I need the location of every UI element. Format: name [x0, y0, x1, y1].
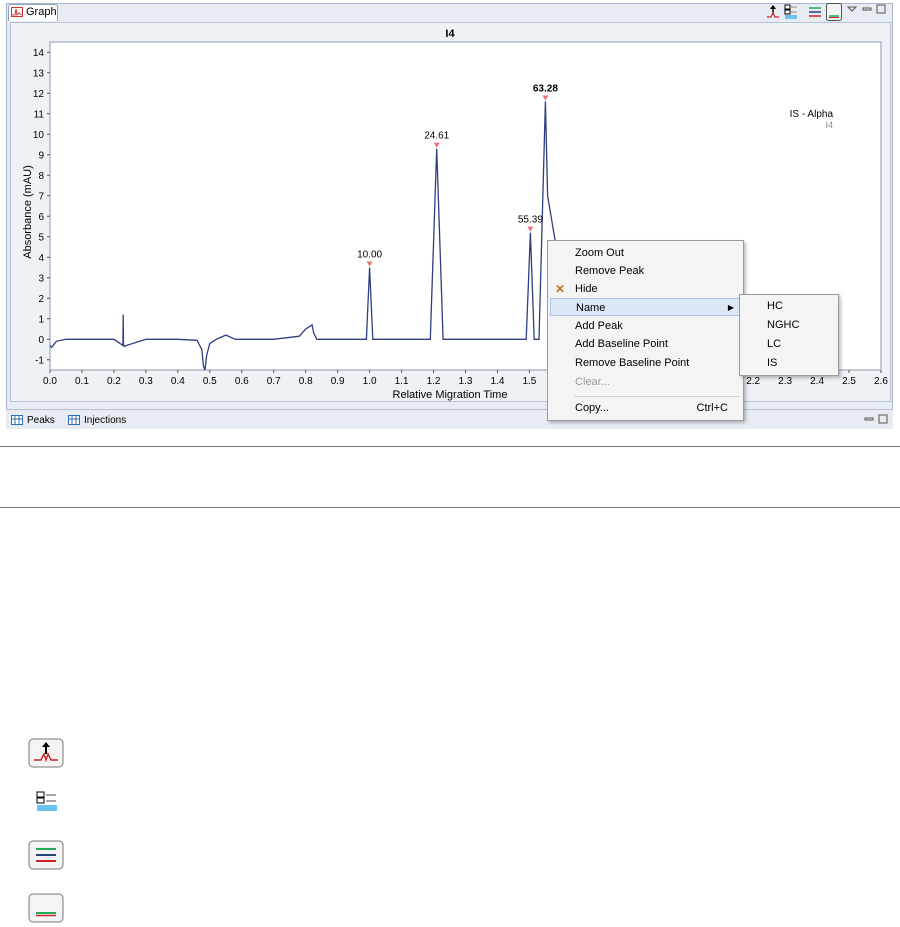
multi-trace-icon[interactable] [808, 4, 822, 20]
bottom-tab-strip [6, 409, 893, 429]
menu-item-remove-peak[interactable]: Remove Peak [548, 262, 743, 280]
menu-item-add-baseline-point[interactable]: Add Baseline Point [548, 335, 743, 353]
y-tick-label: 7 [38, 191, 44, 202]
table-icon [11, 415, 23, 425]
legend-series: IS - Alpha [790, 109, 834, 120]
x-tick-label: 2.4 [810, 376, 824, 387]
multi-trace-icon [28, 840, 64, 870]
menu-item-add-peak[interactable]: Add Peak [548, 317, 743, 335]
context-menu: Zoom Out Remove Peak ✕ Hide Name ▶ Add P… [547, 240, 744, 421]
y-tick-label: 3 [38, 273, 44, 284]
submenu-arrow-icon: ▶ [727, 303, 734, 312]
y-tick-label: 10 [33, 130, 45, 141]
chromatogram-icon [11, 7, 23, 17]
y-tick-label: -1 [35, 355, 44, 366]
peak-table-icon [36, 791, 57, 811]
maximize-icon[interactable] [876, 4, 886, 14]
menu-item-name[interactable]: Name ▶ [550, 298, 741, 316]
menu-separator [574, 396, 740, 397]
x-tick-label: 0.8 [299, 376, 313, 387]
y-tick-label: 13 [33, 68, 45, 79]
x-tick-label: 0.3 [139, 376, 153, 387]
menu-item-copy[interactable]: Copy... Ctrl+C [548, 399, 743, 417]
peak-label: 10.00 [357, 250, 382, 261]
x-tick-label: 2.3 [778, 376, 792, 387]
minimize-icon[interactable] [864, 414, 874, 424]
divider-line [0, 446, 900, 447]
y-tick-label: 11 [34, 109, 45, 120]
x-tick-label: 0.5 [203, 376, 217, 387]
close-x-icon: ✕ [555, 282, 566, 296]
divider-line [0, 507, 900, 508]
x-tick-label: 2.5 [842, 376, 856, 387]
submenu-item-hc[interactable]: HC [767, 300, 783, 312]
x-tick-label: 1.2 [427, 376, 441, 387]
x-axis-label: Relative Migration Time [393, 389, 508, 401]
peak-label: 55.39 [518, 215, 543, 226]
maximize-icon[interactable] [878, 414, 888, 424]
x-tick-label: 1.3 [459, 376, 473, 387]
shortcut-label: Ctrl+C [696, 402, 728, 414]
x-tick-label: 1.4 [491, 376, 505, 387]
y-tick-label: 1 [38, 314, 44, 325]
name-submenu: HC NGHC LC IS [739, 294, 839, 376]
single-trace-icon [28, 893, 64, 923]
y-tick-label: 5 [38, 232, 44, 243]
y-tick-label: 14 [33, 48, 45, 59]
x-tick-label: 0.0 [43, 376, 57, 387]
submenu-item-nghc[interactable]: NGHC [767, 319, 799, 331]
menu-item-hide[interactable]: ✕ Hide [548, 280, 743, 298]
peak-table-icon[interactable] [784, 4, 798, 20]
x-tick-label: 1.0 [363, 376, 377, 387]
minimize-icon[interactable] [862, 4, 872, 14]
single-trace-icon[interactable] [826, 3, 842, 21]
x-tick-label: 0.4 [171, 376, 185, 387]
x-tick-label: 2.6 [874, 376, 888, 387]
x-tick-label: 0.2 [107, 376, 121, 387]
chart-title: I4 [445, 28, 455, 40]
y-tick-label: 0 [38, 335, 44, 346]
x-tick-label: 0.1 [75, 376, 89, 387]
menu-item-remove-baseline-point[interactable]: Remove Baseline Point [548, 354, 743, 372]
x-tick-label: 1.1 [395, 376, 409, 387]
tab-injections[interactable]: Injections [84, 415, 126, 426]
y-tick-label: 9 [38, 150, 44, 161]
peak-label: 24.61 [424, 131, 449, 142]
menu-item-zoom-out[interactable]: Zoom Out [548, 244, 743, 262]
legend-sample: I4 [825, 120, 833, 130]
menu-item-clear[interactable]: Clear... [548, 373, 743, 391]
x-tick-label: 1.5 [522, 376, 536, 387]
peak-label: 63.28 [533, 83, 558, 94]
tab-peaks[interactable]: Peaks [27, 415, 55, 426]
submenu-item-is[interactable]: IS [767, 357, 777, 369]
x-tick-label: 0.9 [331, 376, 345, 387]
y-axis-label: Absorbance (mAU) [22, 165, 34, 259]
submenu-item-lc[interactable]: LC [767, 338, 781, 350]
table-icon [68, 415, 80, 425]
peak-label-icon [28, 738, 64, 768]
y-tick-label: 2 [38, 294, 44, 305]
y-tick-label: 12 [33, 89, 45, 100]
tab-graph-label: Graph [26, 6, 57, 18]
y-tick-label: 4 [38, 253, 44, 264]
peak-label-icon[interactable] [766, 4, 780, 20]
x-tick-label: 2.2 [746, 376, 760, 387]
y-tick-label: 6 [38, 212, 44, 223]
view-menu-icon[interactable] [847, 4, 857, 14]
x-tick-label: 0.7 [267, 376, 281, 387]
x-tick-label: 0.6 [235, 376, 249, 387]
y-tick-label: 8 [38, 171, 44, 182]
